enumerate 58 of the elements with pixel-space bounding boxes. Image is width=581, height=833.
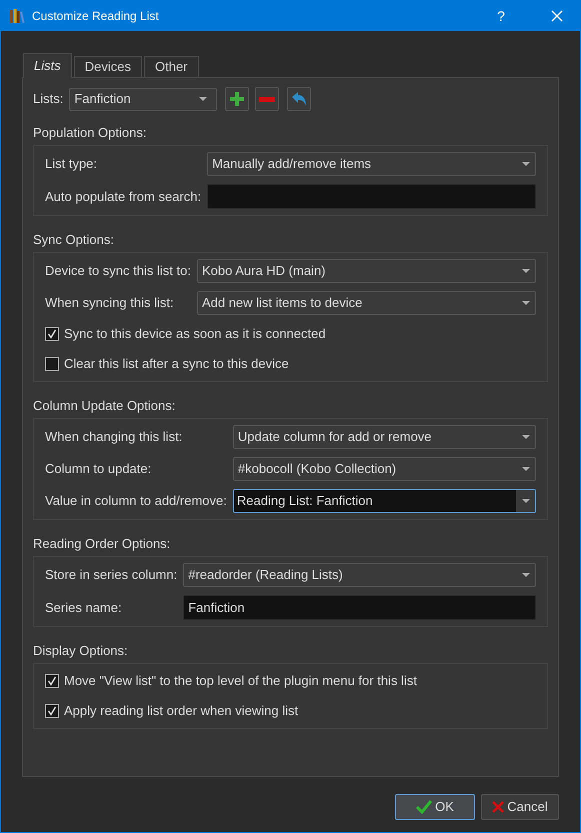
ok-button[interactable]: OK (395, 794, 475, 820)
minus-icon (259, 96, 276, 102)
field-label: Device to sync this list to: (45, 262, 191, 280)
field-label: When changing this list: (45, 428, 184, 446)
group-title: Reading Order Options: (33, 535, 172, 553)
checkbox[interactable] (45, 327, 59, 341)
lists-label: Lists: (33, 90, 64, 108)
group-title: Display Options: (33, 642, 129, 660)
help-button[interactable]: ? (478, 1, 524, 31)
tab[interactable]: Lists (23, 53, 72, 78)
dropdown[interactable]: Update column for add or remove (232, 425, 536, 449)
caret-icon (199, 97, 208, 101)
caret-icon (522, 301, 530, 305)
dropdown[interactable]: Add new list items to device (196, 291, 536, 315)
caret-icon (522, 269, 530, 273)
cross-icon (492, 801, 504, 813)
undo-arrow-icon (291, 92, 308, 106)
tab[interactable]: Devices (74, 56, 142, 77)
field-label: When syncing this list: (45, 294, 175, 312)
checkbox-label: Sync to this device as soon as it is connected (64, 325, 326, 344)
field-label: Auto populate from search: (45, 188, 202, 206)
group-title: Column Update Options: (33, 397, 176, 415)
checkbox[interactable] (45, 674, 59, 688)
field-label: Series name: (45, 598, 123, 617)
field-label: List type: (45, 155, 98, 174)
input-field[interactable] (207, 184, 536, 209)
remove-button[interactable] (255, 87, 280, 111)
checkbox[interactable] (45, 704, 59, 718)
caret-icon (522, 435, 530, 439)
checkbox-label: Move "View list" to the top level of the plugin menu for this list (64, 672, 417, 690)
lists-dropdown[interactable]: Fanfiction (69, 88, 218, 110)
group-title: Population Options: (33, 124, 148, 142)
plus-icon (229, 91, 246, 107)
undo-button[interactable] (287, 87, 312, 111)
dropdown[interactable]: #readorder (Reading Lists) (183, 563, 536, 587)
editable-dropdown[interactable]: Reading List: Fanfiction (232, 489, 536, 513)
caret-icon (522, 162, 530, 166)
caret-icon (522, 573, 530, 577)
field-label: Value in column to add/remove: (45, 492, 227, 510)
caret-icon (522, 467, 530, 471)
close-icon (551, 10, 563, 22)
group-title: Sync Options: (33, 231, 115, 249)
window-title: Customize Reading List (32, 8, 159, 25)
add-button[interactable] (225, 87, 250, 111)
tab[interactable]: Other (144, 56, 198, 77)
checkbox-label: Apply reading list order when viewing list (64, 702, 298, 720)
checkbox[interactable] (45, 357, 59, 371)
field-label: Column to update: (45, 460, 152, 478)
input-field[interactable]: Fanfiction (183, 595, 536, 620)
dropdown[interactable]: Kobo Aura HD (main) (196, 259, 536, 283)
checkbox-label: Clear this list after a sync to this device (64, 355, 289, 374)
caret-icon (522, 499, 530, 503)
books-icon (9, 8, 25, 24)
cancel-button[interactable]: Cancel (481, 794, 559, 820)
field-label: Store in series column: (45, 566, 178, 584)
checkmark-icon (416, 800, 432, 814)
dropdown[interactable]: #kobocoll (Kobo Collection) (232, 457, 536, 481)
dropdown[interactable]: Manually add/remove items (207, 152, 536, 176)
